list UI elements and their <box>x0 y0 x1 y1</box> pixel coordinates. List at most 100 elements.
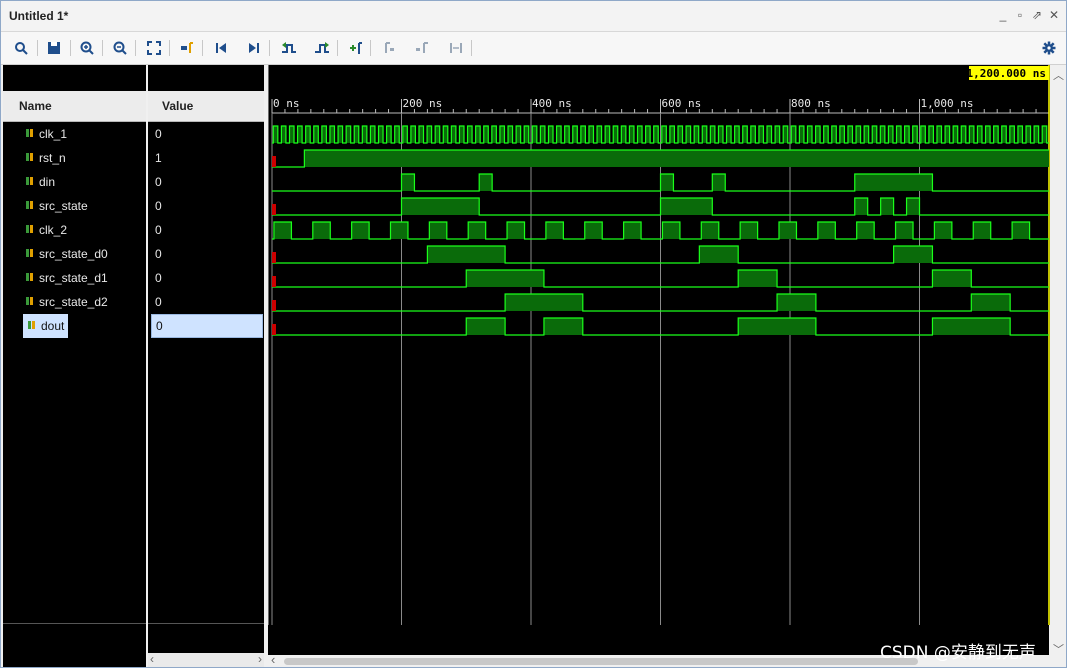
wave-high-fill <box>304 150 1049 167</box>
previous-transition-icon[interactable] <box>279 38 299 58</box>
wave-high-fill <box>378 126 384 143</box>
x-state-marker <box>272 252 276 263</box>
wave-high-fill <box>662 222 680 239</box>
zoom-out-icon[interactable] <box>110 38 130 58</box>
wave-high-fill <box>653 126 659 143</box>
wave-high-fill <box>807 126 813 143</box>
wave-high-fill <box>971 294 1011 311</box>
value-header: Value <box>162 99 194 113</box>
wave-high-fill <box>483 126 489 143</box>
signal-value[interactable]: 0 <box>155 266 162 290</box>
wave-high-fill <box>742 126 748 143</box>
wave-high-fill <box>895 222 914 239</box>
scroll-right-icon[interactable]: › <box>258 652 262 666</box>
signal-name-row[interactable]: src_state <box>25 194 88 218</box>
ruler-label: 600 ns <box>662 97 702 110</box>
x-state-marker <box>272 324 276 335</box>
save-icon[interactable] <box>44 38 64 58</box>
signal-name-row[interactable]: src_state_d2 <box>25 290 108 314</box>
signal-name-row[interactable]: din <box>25 170 55 194</box>
signal-value[interactable]: 0 <box>155 290 162 314</box>
swap-cursors-icon[interactable] <box>446 38 466 58</box>
wave-high-fill <box>524 126 529 143</box>
close-icon[interactable]: ✕ <box>1047 8 1061 22</box>
go-to-last-time-icon[interactable] <box>244 38 264 58</box>
signal-value[interactable]: 0 <box>155 194 162 218</box>
wave-high-fill <box>394 126 400 143</box>
signal-name-row[interactable]: rst_n <box>25 146 66 170</box>
signal-value[interactable]: 0 <box>155 218 162 242</box>
signal-name: clk_2 <box>39 223 68 237</box>
signal-value[interactable]: 0 <box>155 122 162 146</box>
hscroll-left-icon[interactable]: ‹ <box>271 652 275 667</box>
scroll-left-icon[interactable]: ‹ <box>150 652 154 666</box>
watermark: CSDN @安静到无声 <box>880 643 1036 663</box>
add-marker-icon[interactable] <box>345 38 365 58</box>
signal-value[interactable]: 0 <box>151 314 263 338</box>
signal-name-row[interactable]: src_state_d1 <box>25 266 108 290</box>
wave-high-fill <box>775 126 780 143</box>
wave-high-fill <box>712 174 726 191</box>
hscroll-thumb[interactable] <box>284 658 918 665</box>
go-to-cursor-icon[interactable] <box>177 38 197 58</box>
signal-waveform <box>272 173 1049 192</box>
x-state-marker <box>272 276 276 287</box>
previous-marker-icon[interactable] <box>379 38 399 58</box>
wave-high-fill <box>815 126 821 143</box>
wave-high-fill <box>435 126 440 143</box>
wave-high-fill <box>750 126 756 143</box>
signal-name-row[interactable]: dout <box>23 314 69 338</box>
wave-high-fill <box>904 126 910 143</box>
signal-icon <box>25 171 35 195</box>
next-transition-icon[interactable] <box>312 38 332 58</box>
wave-high-fill <box>623 222 642 239</box>
go-to-time-zero-icon[interactable] <box>211 38 231 58</box>
value-hscroll[interactable]: ‹ › <box>148 652 264 667</box>
signal-name-row[interactable]: clk_1 <box>25 122 67 146</box>
waveform-panel[interactable]: 0 ns 200 ns 400 ns 600 ns 800 ns 1,000 ns 1,20… <box>268 65 1050 625</box>
gear-icon[interactable] <box>1039 38 1059 58</box>
float-icon[interactable]: ⇗ <box>1030 8 1044 22</box>
wave-high-fill <box>491 126 497 143</box>
wave-high-fill <box>932 270 972 287</box>
wave-high-fill <box>479 174 493 191</box>
signal-icon <box>25 219 35 243</box>
wave-high-fill <box>661 126 667 143</box>
signal-name-row[interactable]: src_state_d0 <box>25 242 108 266</box>
wave-high-fill <box>475 126 481 143</box>
vertical-scrollbar[interactable]: ︿ ﹀ <box>1050 65 1066 657</box>
wave-high-fill <box>289 126 295 143</box>
signal-name-row[interactable]: clk_2 <box>25 218 67 242</box>
wave-high-fill <box>584 222 603 239</box>
restore-icon[interactable]: ▫ <box>1013 8 1027 22</box>
scroll-down-icon[interactable]: ﹀ <box>1053 641 1064 657</box>
wave-high-fill <box>401 174 415 191</box>
zoom-in-icon[interactable] <box>77 38 97 58</box>
next-marker-icon[interactable] <box>412 38 432 58</box>
wave-high-fill <box>893 246 933 263</box>
signal-value[interactable]: 0 <box>155 170 162 194</box>
search-icon[interactable] <box>11 38 31 58</box>
wave-high-fill <box>429 222 447 239</box>
signal-value[interactable]: 1 <box>155 146 162 170</box>
wave-high-fill <box>313 126 319 143</box>
wave-high-fill <box>427 126 432 143</box>
wave-high-fill <box>699 246 739 263</box>
wave-high-fill <box>738 318 816 335</box>
wave-high-fill <box>734 126 740 143</box>
wave-high-fill <box>354 126 359 143</box>
wave-high-fill <box>856 126 861 143</box>
wave-high-fill <box>580 126 586 143</box>
wave-high-fill <box>645 126 651 143</box>
signal-icon <box>25 243 35 267</box>
signal-icon <box>25 195 35 219</box>
toolbar <box>1 32 1066 65</box>
wave-high-fill <box>597 126 602 143</box>
wave-high-fill <box>854 198 868 215</box>
zoom-fit-icon[interactable] <box>144 38 164 58</box>
scroll-up-icon[interactable]: ︿ <box>1053 67 1064 83</box>
signal-value[interactable]: 0 <box>155 242 162 266</box>
minimize-icon[interactable]: _ <box>996 8 1010 22</box>
wave-high-fill <box>677 126 683 143</box>
wave-high-fill <box>351 222 370 239</box>
